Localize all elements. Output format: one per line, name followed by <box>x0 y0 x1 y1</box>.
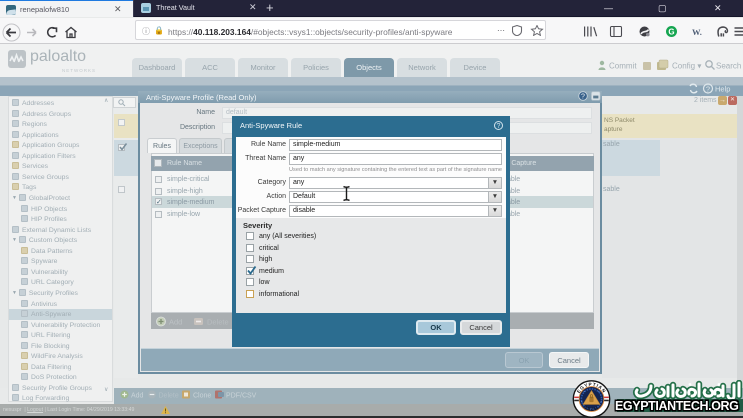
svg-text:G: G <box>668 27 674 36</box>
svg-text:PDF/CSV: PDF/CSV <box>226 393 257 400</box>
svg-text:?: ? <box>581 94 585 101</box>
svg-text:Add: Add <box>169 318 182 327</box>
svg-text:Delete: Delete <box>207 318 229 327</box>
svg-text:Search: Search <box>716 62 741 71</box>
svg-text:Add: Add <box>131 393 144 400</box>
svg-text:Commit: Commit <box>609 62 637 71</box>
svg-text:Delete: Delete <box>159 393 179 400</box>
svg-text:Clone: Clone <box>193 393 211 400</box>
svg-text:Config ▾: Config ▾ <box>672 62 701 71</box>
svg-text:Help: Help <box>715 85 730 94</box>
svg-text:W.: W. <box>692 27 702 37</box>
svg-text:?: ? <box>706 85 710 94</box>
